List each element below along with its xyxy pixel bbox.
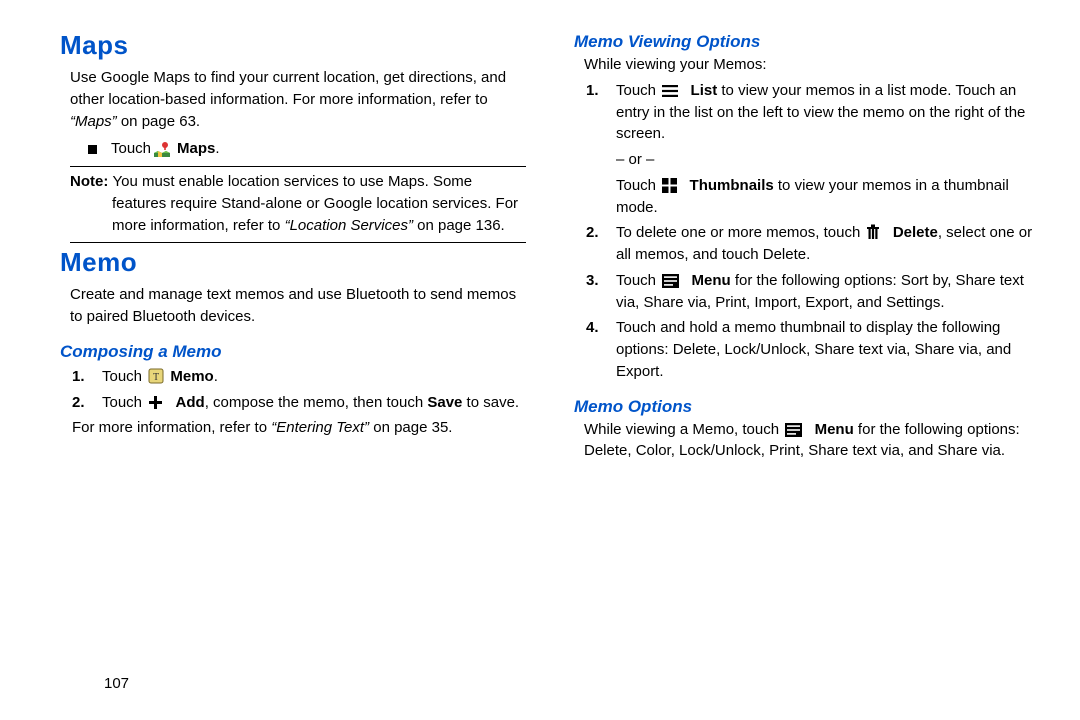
or-separator: – or – xyxy=(616,149,1040,171)
divider-bottom xyxy=(70,242,526,243)
delete-icon xyxy=(866,224,880,240)
menu-icon xyxy=(662,274,679,288)
maps-touch-step: Touch Maps. xyxy=(88,138,526,160)
memo-options-body: While viewing a Memo, touch Menu for the… xyxy=(584,419,1040,463)
viewing-step-4: Touch and hold a memo thumbnail to displ… xyxy=(586,317,1040,382)
right-column: Memo Viewing Options While viewing your … xyxy=(574,28,1040,700)
note-ref-tail: on page 136. xyxy=(413,217,505,234)
note-label: Note: xyxy=(70,173,113,190)
maps-description: Use Google Maps to find your current loc… xyxy=(70,67,526,132)
compose1-label: Memo xyxy=(170,368,213,385)
square-bullet-icon xyxy=(88,145,97,154)
page-number: 107 xyxy=(104,675,129,692)
compose2-pre: Touch xyxy=(102,394,146,411)
v2-pre: To delete one or more memos, touch xyxy=(616,224,864,241)
heading-composing: Composing a Memo xyxy=(60,342,526,362)
v1b-pre: Touch xyxy=(616,177,660,194)
compose-footer-tail: on page 35. xyxy=(369,419,452,436)
maps-label: Maps xyxy=(177,138,215,160)
heading-maps: Maps xyxy=(60,30,526,61)
compose2-mid: , compose the memo, then touch xyxy=(205,394,428,411)
v3-pre: Touch xyxy=(616,272,660,289)
list-icon xyxy=(662,84,678,98)
svg-text:T: T xyxy=(153,372,159,383)
maps-body-text: Use Google Maps to find your current loc… xyxy=(70,69,506,108)
menu-icon xyxy=(785,423,802,437)
heading-memo: Memo xyxy=(60,247,526,278)
compose-step-2: Touch Add, compose the memo, then touch … xyxy=(72,392,526,414)
viewing-step-2: To delete one or more memos, touch Delet… xyxy=(586,222,1040,266)
viewing-step-3: Touch Menu for the following options: So… xyxy=(586,270,1040,314)
maps-ref-tail: on page 63. xyxy=(117,113,200,130)
memo-description: Create and manage text memos and use Blu… xyxy=(70,284,526,328)
v3-menu-label: Menu xyxy=(692,272,731,289)
heading-viewing-options: Memo Viewing Options xyxy=(574,32,1040,52)
v1-list-label: List xyxy=(691,82,718,99)
thumbnails-icon xyxy=(662,178,677,193)
compose2-save: Save xyxy=(427,394,462,411)
compose-footer: For more information, refer to “Entering… xyxy=(72,417,526,439)
left-column: Maps Use Google Maps to find your curren… xyxy=(60,28,526,700)
viewing-steps: Touch List to view your memos in a list … xyxy=(586,80,1040,383)
composing-steps: Touch T Memo. Touch xyxy=(72,366,526,414)
memo-icon: T xyxy=(148,368,164,384)
maps-note: Note: You must enable location services … xyxy=(70,171,526,236)
viewing-step-1: Touch List to view your memos in a list … xyxy=(586,80,1040,219)
opt-pre: While viewing a Memo, touch xyxy=(584,421,783,438)
note-ref: “Location Services” xyxy=(285,217,413,234)
compose-footer-pre: For more information, refer to xyxy=(72,419,271,436)
maps-touch-pre: Touch xyxy=(111,138,151,160)
v1b-thumbs-label: Thumbnails xyxy=(690,177,774,194)
viewing-intro: While viewing your Memos: xyxy=(584,54,1040,76)
compose1-pre: Touch xyxy=(102,368,146,385)
opt-menu-label: Menu xyxy=(815,421,854,438)
v1-pre: Touch xyxy=(616,82,660,99)
heading-memo-options: Memo Options xyxy=(574,397,1040,417)
maps-icon xyxy=(153,140,171,158)
compose2-tail: to save. xyxy=(462,394,519,411)
compose-step-1: Touch T Memo. xyxy=(72,366,526,388)
compose-footer-ref: “Entering Text” xyxy=(271,419,369,436)
v2-delete-label: Delete xyxy=(893,224,938,241)
v1-alt: Touch Thumbnails to view your memos in a… xyxy=(616,175,1040,219)
maps-ref: “Maps” xyxy=(70,113,117,130)
compose2-add: Add xyxy=(176,394,205,411)
divider-top xyxy=(70,166,526,167)
add-icon xyxy=(148,395,163,410)
